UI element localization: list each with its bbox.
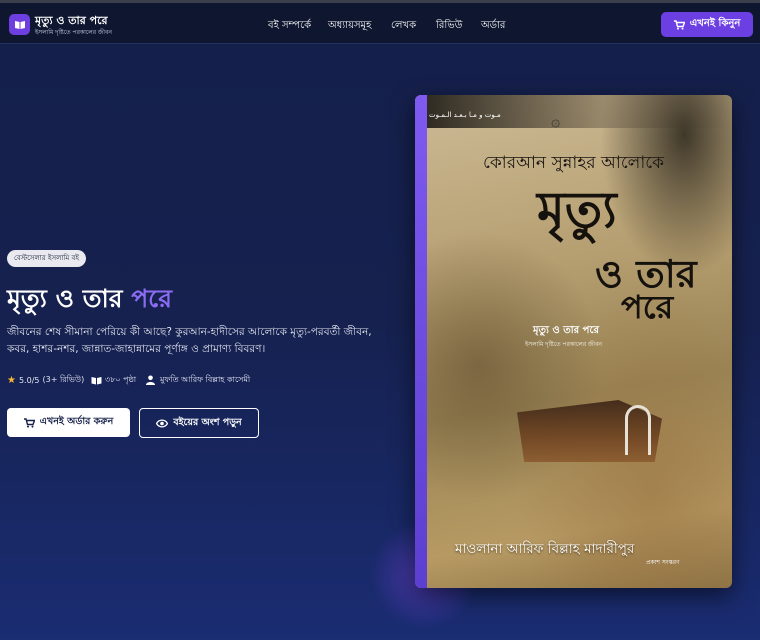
cover-title-line-3: পরে bbox=[621, 288, 674, 326]
brand-subtitle: ইসলামি দৃষ্টিতে পরকালের জীবন bbox=[35, 29, 112, 36]
star-icon: ★ bbox=[7, 374, 16, 386]
pages-meta: ৩৮০ পৃষ্ঠা bbox=[91, 374, 136, 386]
cover-author: মাওলানা আরিফ বিল্লাহ মাদারীপুর bbox=[455, 541, 635, 557]
cover-calligraphy-mark: ۞ bbox=[551, 111, 561, 130]
hero-description: জীবনের শেষ সীমানা পেরিয়ে কী আছে? কুরআন-… bbox=[7, 326, 372, 355]
nav-author[interactable]: লেখক bbox=[391, 18, 416, 35]
cover-publisher: প্রকাশ সংস্করণ bbox=[646, 559, 680, 566]
rating-value: 5.0/5 bbox=[18, 375, 40, 385]
hero-title-main: মৃত্যু ও তার bbox=[7, 284, 123, 313]
book-cover: مـوت و مـا بـعـد الـمـوت ۞ কোরআন সুন্নাহ… bbox=[415, 95, 732, 588]
order-now-label: এখনই অর্ডার করুন bbox=[39, 416, 114, 427]
grave-arch-illustration bbox=[625, 405, 651, 455]
user-icon bbox=[146, 375, 155, 385]
nav-about-book[interactable]: বই সম্পর্কে bbox=[268, 18, 311, 35]
cover-caption: ইসলামি দৃষ্টিতে পরকালের জীবন bbox=[525, 341, 602, 348]
nav-reviews[interactable]: রিভিউ bbox=[436, 18, 462, 35]
logo[interactable] bbox=[9, 14, 30, 35]
cart-icon bbox=[673, 19, 685, 30]
read-excerpt-button[interactable]: বইয়ের অংশ পড়ুন bbox=[139, 408, 259, 438]
eye-icon bbox=[156, 418, 169, 428]
hero-title-accent: পরে bbox=[131, 284, 172, 313]
book-spine bbox=[415, 95, 427, 588]
book-icon bbox=[14, 20, 25, 29]
nav-chapters[interactable]: অধ্যায়সমূহ bbox=[328, 18, 371, 35]
bestseller-badge: বেস্টসেলার ইসলামি বই bbox=[7, 250, 87, 267]
open-book-icon bbox=[91, 376, 102, 384]
hero-title: মৃত্যু ও তার পরে bbox=[7, 279, 172, 322]
cover-subtitle: মৃত্যু ও তার পরে bbox=[533, 325, 599, 336]
order-now-button[interactable]: এখনই অর্ডার করুন bbox=[7, 408, 130, 437]
buy-now-label: এখনই কিনুন bbox=[689, 18, 741, 29]
rating-meta: ★ 5.0/5 (3+ রিভিউ) bbox=[7, 374, 84, 386]
buy-now-button[interactable]: এখনই কিনুন bbox=[661, 12, 753, 37]
cover-title-line-1: মৃত্যু bbox=[537, 181, 617, 239]
cover-arabic-title: مـوت و مـا بـعـد الـمـوت bbox=[429, 111, 501, 119]
author-name: মুফতি আরিফ বিল্লাহ কাসেমী bbox=[160, 374, 251, 384]
review-count: (3+ রিভিউ) bbox=[42, 374, 85, 384]
top-navbar: মৃত্যু ও তার পরে ইসলামি দৃষ্টিতে পরকালের… bbox=[0, 3, 760, 44]
cart-icon bbox=[23, 417, 35, 428]
nav-order[interactable]: অর্ডার bbox=[481, 18, 505, 35]
author-meta: মুফতি আরিফ বিল্লাহ কাসেমী bbox=[146, 374, 250, 386]
page-count: ৩৮০ পৃষ্ঠা bbox=[105, 374, 137, 384]
read-excerpt-label: বইয়ের অংশ পড়ুন bbox=[173, 416, 242, 428]
